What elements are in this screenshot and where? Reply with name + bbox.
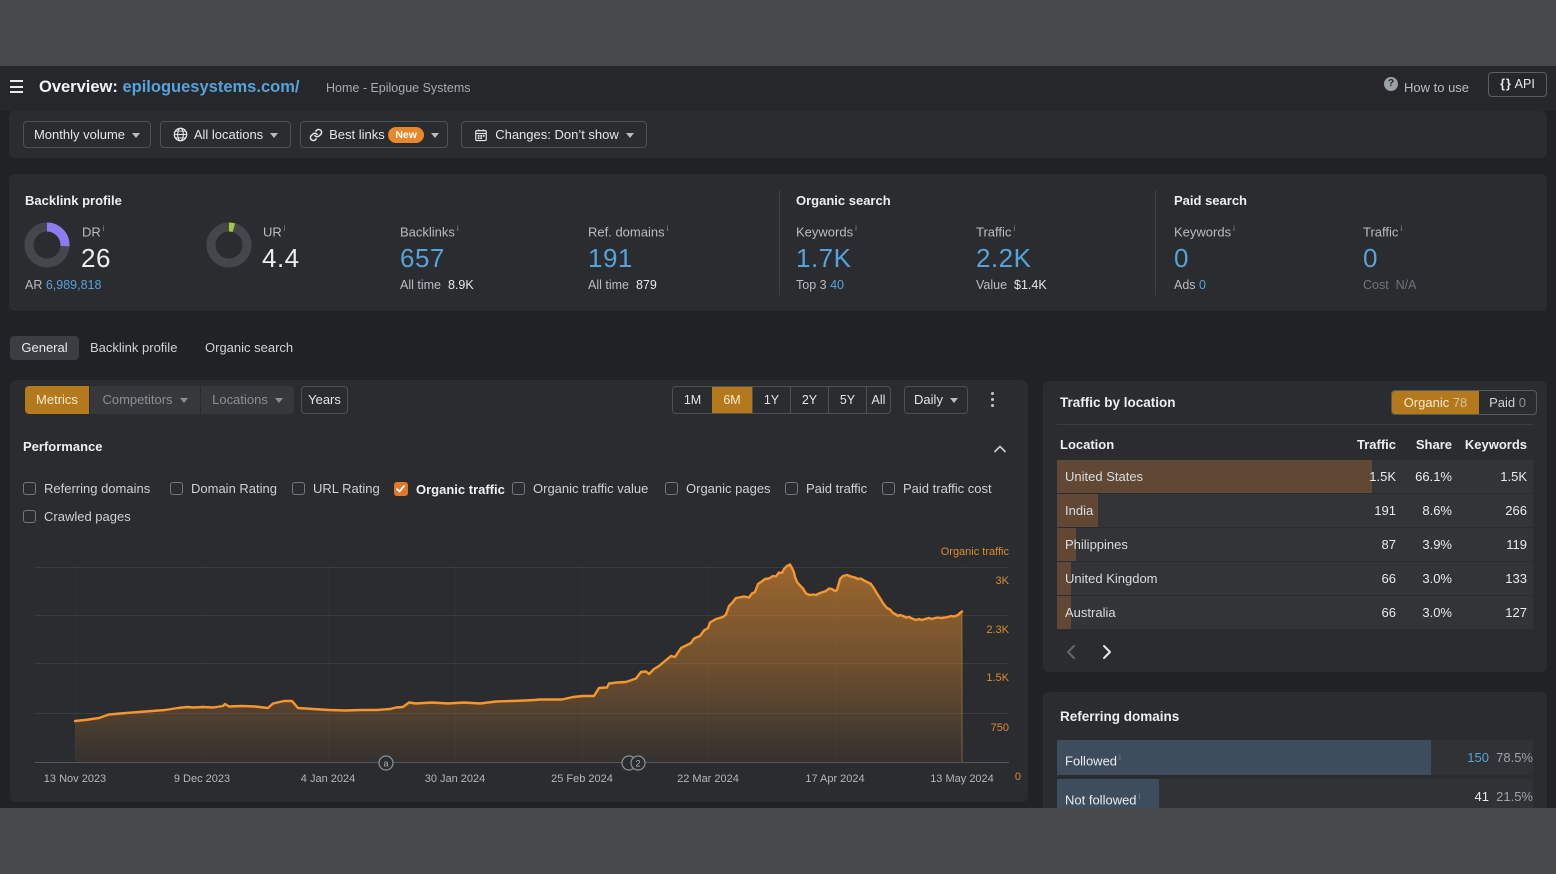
svg-text:2: 2 [635,759,640,769]
svg-text:750: 750 [991,722,1009,734]
svg-text:30 Jan 2024: 30 Jan 2024 [425,773,486,785]
svg-text:13 May 2024: 13 May 2024 [930,773,994,785]
svg-text:3K: 3K [996,575,1010,587]
svg-text:9 Dec 2023: 9 Dec 2023 [174,773,230,785]
svg-text:4 Jan 2024: 4 Jan 2024 [301,773,355,785]
svg-text:13 Nov 2023: 13 Nov 2023 [44,773,106,785]
svg-text:a: a [383,759,388,769]
svg-text:2.3K: 2.3K [986,624,1009,636]
svg-text:22 Mar 2024: 22 Mar 2024 [677,773,739,785]
svg-text:0: 0 [1015,771,1021,783]
svg-text:1.5K: 1.5K [986,672,1009,684]
svg-text:25 Feb 2024: 25 Feb 2024 [551,773,613,785]
svg-text:17 Apr 2024: 17 Apr 2024 [805,773,864,785]
